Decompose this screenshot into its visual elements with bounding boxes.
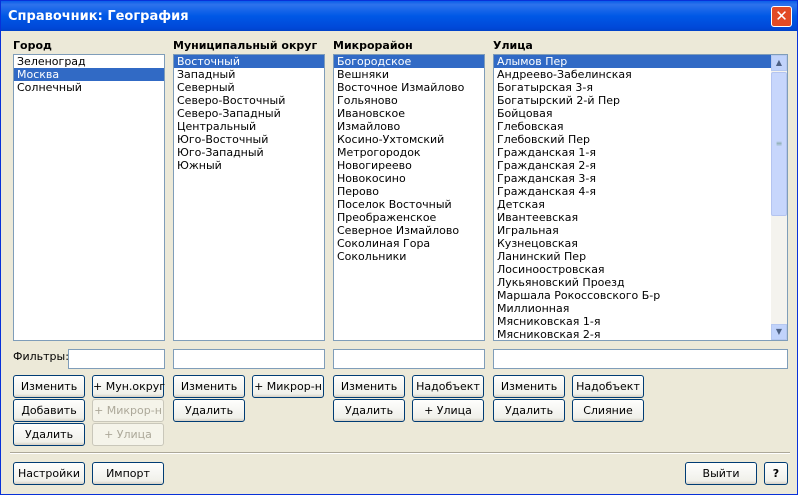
list-item[interactable]: Гражданская 4-я [494,185,787,198]
close-button[interactable]: ✕ [771,6,792,27]
list-item[interactable]: Ивантеевская [494,211,787,224]
close-icon: ✕ [775,7,788,25]
street-edit-button[interactable]: Изменить [493,375,565,398]
list-item[interactable]: Соколиная Гора [334,237,484,250]
microdistrict-delete-button[interactable]: Удалить [333,399,405,422]
filters-label: Фильтры: [13,350,69,363]
list-item[interactable]: Северо-Западный [174,107,324,120]
add-street-disabled-button[interactable]: + Улица [92,423,164,446]
list-item[interactable]: Новогиреево [334,159,484,172]
exit-button[interactable]: Выйти [685,462,757,485]
list-item[interactable]: Центральный [174,120,324,133]
settings-button[interactable]: Настройки [13,462,85,485]
list-item[interactable]: Богатырская 3-я [494,81,787,94]
list-item[interactable]: Богатырский 2-й Пер [494,94,787,107]
list-item[interactable]: Мясниковская 1-я [494,315,787,328]
list-item[interactable]: Зеленоград [14,55,164,68]
city-filter-input[interactable] [68,349,165,369]
list-item[interactable]: Измайлово [334,120,484,133]
list-item[interactable]: Кузнецовская [494,237,787,250]
microdistrict-parent-button[interactable]: Надобъект [412,375,484,398]
list-item[interactable]: Северо-Восточный [174,94,324,107]
list-item[interactable]: Игральная [494,224,787,237]
list-item[interactable]: Детская [494,198,787,211]
microdistrict-filter-input[interactable] [333,349,485,369]
list-item[interactable]: Гражданская 1-я [494,146,787,159]
list-item[interactable]: Западный [174,68,324,81]
district-edit-button[interactable]: Изменить [173,375,245,398]
list-item[interactable]: Глебовская [494,120,787,133]
list-item[interactable]: Москва [14,68,164,81]
list-item[interactable]: Гольяново [334,94,484,107]
microdistrict-edit-button[interactable]: Изменить [333,375,405,398]
city-edit-button[interactable]: Изменить [13,375,85,398]
list-item[interactable]: Новокосино [334,172,484,185]
list-item[interactable]: Северное Измайлово [334,224,484,237]
district-header: Муниципальный округ [173,39,318,52]
add-district-button[interactable]: + Мун.округ [92,375,165,398]
street-header: Улица [493,39,533,52]
list-item[interactable]: Ивановское [334,107,484,120]
street-filter-input[interactable] [493,349,788,369]
street-scrollbar[interactable]: ▲ ≡ ▼ [771,55,787,340]
list-item[interactable]: Перово [334,185,484,198]
street-merge-button[interactable]: Слияние [572,399,644,422]
list-item[interactable]: Юго-Восточный [174,133,324,146]
list-item[interactable]: Бойцовая [494,107,787,120]
list-item[interactable]: Гражданская 2-я [494,159,787,172]
city-add-button[interactable]: Добавить [13,399,85,422]
microdistrict-list[interactable]: Богородское Вешняки Восточное Измайлово Гол… [333,54,485,341]
microdistrict-header: Микрорайон [333,39,413,52]
list-item[interactable]: Андреево-Забелинская [494,68,787,81]
list-item[interactable]: Богородское [334,55,484,68]
chevron-up-icon[interactable]: ▲ [771,55,787,71]
city-delete-button[interactable]: Удалить [13,423,85,446]
title-bar[interactable]: Справочник: География ✕ [1,1,797,31]
list-item[interactable]: Северный [174,81,324,94]
district-list[interactable]: Восточный Западный Северный Северо-Восточны… [173,54,325,341]
list-item[interactable]: Косино-Ухтомский [334,133,484,146]
scrollbar-thumb[interactable]: ≡ [771,72,787,216]
list-item[interactable]: Сокольники [334,250,484,263]
list-item[interactable]: Юго-Западный [174,146,324,159]
list-item[interactable]: Вешняки [334,68,484,81]
list-item[interactable]: Лукьяновский Проезд [494,276,787,289]
list-item[interactable]: Восточный [174,55,324,68]
district-filter-input[interactable] [173,349,325,369]
list-item[interactable]: Маршала Рокоссовского Б-р [494,289,787,302]
microdistrict-add-street-button[interactable]: + Улица [412,399,484,422]
street-delete-button[interactable]: Удалить [493,399,565,422]
city-header: Город [13,39,52,52]
list-item[interactable]: Южный [174,159,324,172]
list-item[interactable]: Миллионная [494,302,787,315]
street-list[interactable]: Алымов Пер Андреево-Забелинская Богатырска… [493,54,788,341]
list-item[interactable]: Ланинский Пер [494,250,787,263]
list-item[interactable]: Гражданская 3-я [494,172,787,185]
add-microdistrict-disabled-button[interactable]: + Микрор-н [92,399,164,422]
district-add-microdistrict-button[interactable]: + Микрор-н [252,375,324,398]
reference-geography-window: Справочник: География ✕ Город Муниципаль… [0,0,798,495]
list-item[interactable]: Алымов Пер [494,55,787,68]
list-item[interactable]: Солнечный [14,81,164,94]
district-delete-button[interactable]: Удалить [173,399,245,422]
list-item[interactable]: Мясниковская 2-я [494,328,787,340]
list-item[interactable]: Глебовский Пер [494,133,787,146]
import-button[interactable]: Импорт [92,462,164,485]
list-item[interactable]: Лосиноостровская [494,263,787,276]
help-button[interactable]: ? [764,462,788,485]
list-item[interactable]: Поселок Восточный [334,198,484,211]
chevron-down-icon[interactable]: ▼ [771,324,787,340]
separator [10,452,790,454]
city-list[interactable]: Зеленоград Москва Солнечный [13,54,165,341]
list-item[interactable]: Метрогородок [334,146,484,159]
list-item[interactable]: Преображенское [334,211,484,224]
window-title: Справочник: География [8,9,189,24]
list-item[interactable]: Восточное Измайлово [334,81,484,94]
street-parent-button[interactable]: Надобъект [572,375,644,398]
